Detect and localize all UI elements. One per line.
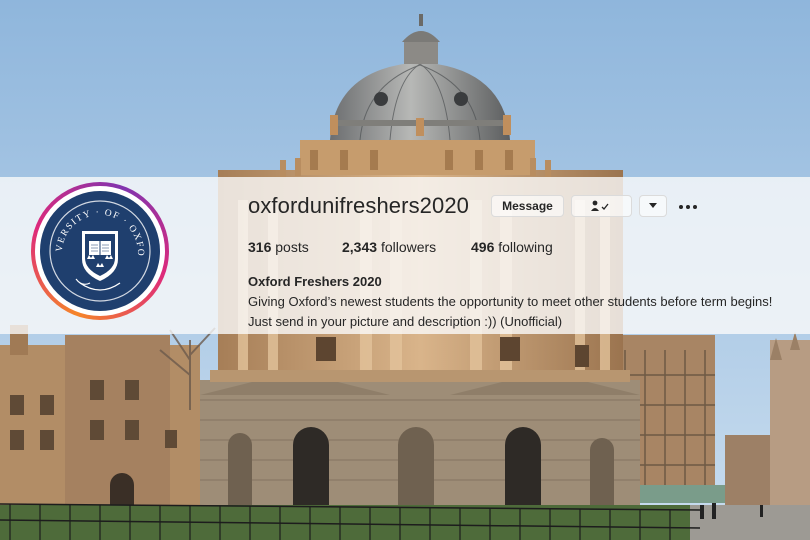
followers-stat[interactable]: 2,343 followers (342, 239, 436, 255)
more-dots-icon (679, 205, 697, 209)
avatar-story-ring[interactable]: UNIVERSITY · OF · OXFORD (31, 182, 169, 320)
profile-bio: Giving Oxford’s newest students the oppo… (248, 294, 773, 329)
person-check-icon (590, 200, 609, 211)
following-stat[interactable]: 496 following (471, 239, 553, 255)
caret-down-icon (649, 203, 657, 208)
profile-full-name: Oxford Freshers 2020 (248, 274, 382, 289)
following-button[interactable] (571, 195, 632, 217)
followers-label: followers (380, 239, 437, 255)
following-label: following (498, 239, 553, 255)
suggestions-dropdown-button[interactable] (639, 195, 667, 217)
posts-count: 316 (248, 239, 272, 255)
avatar[interactable]: UNIVERSITY · OF · OXFORD (40, 191, 160, 311)
posts-label: posts (275, 239, 309, 255)
oxford-crest-logo: UNIVERSITY · OF · OXFORD (40, 191, 155, 306)
message-button[interactable]: Message (491, 195, 564, 217)
more-options-button[interactable] (678, 197, 698, 215)
following-count: 496 (471, 239, 495, 255)
posts-stat: 316 posts (248, 239, 309, 255)
followers-count: 2,343 (342, 239, 378, 255)
profile-username: oxfordunifreshers2020 (248, 193, 470, 218)
